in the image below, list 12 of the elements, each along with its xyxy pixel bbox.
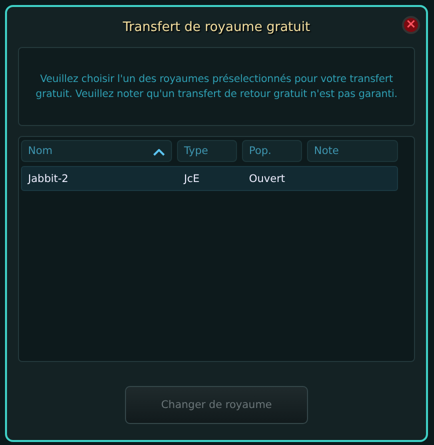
realm-row[interactable]: Jabbit-2 JcE Ouvert [21,166,398,191]
column-header[interactable]: Nom [21,140,172,162]
column-header[interactable]: Note [307,140,398,162]
column-header[interactable]: Pop. [242,140,302,162]
message-text: Veuillez choisir l'un des royaumes préselectionnés pour votre transfert gratuit. Veuillez noter qu'un transfert de retour gratuit n'est pas garanti. [34,72,398,102]
column-header[interactable]: Type [177,140,237,162]
sort-ascending-icon [153,148,165,156]
table-cell-text: JcE [184,172,201,184]
dialog-title: Transfert de royaume gratuit [122,20,310,34]
table-cell-text: Jabbit-2 [28,172,70,184]
close-button[interactable]: × [402,16,420,34]
table-cell-text: Ouvert [249,172,286,184]
